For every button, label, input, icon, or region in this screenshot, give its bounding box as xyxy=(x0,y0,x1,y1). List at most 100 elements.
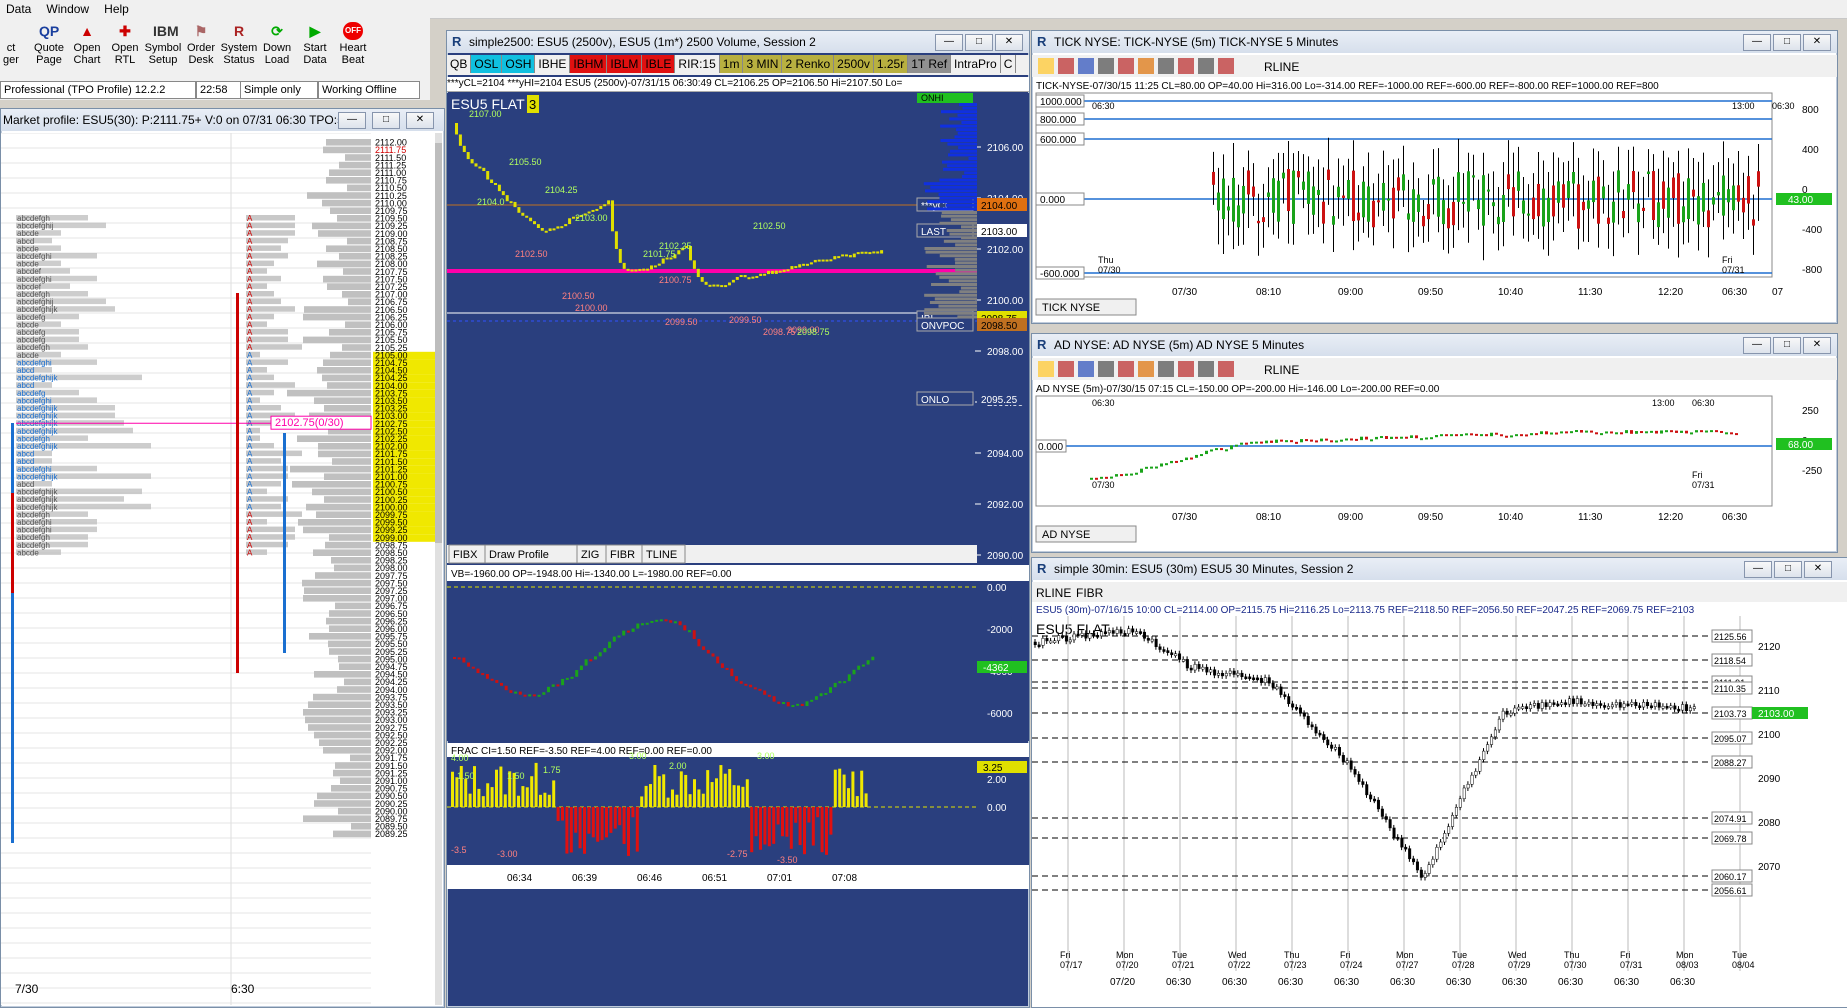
toolbar-osl[interactable]: OSL xyxy=(471,55,503,73)
ad-candle xyxy=(1160,463,1163,467)
minimize-button[interactable]: — xyxy=(338,112,366,129)
minimize-button[interactable]: — xyxy=(935,34,963,51)
maximize-button[interactable]: □ xyxy=(1774,561,1802,578)
order-desk-button[interactable]: ⚑ Order Desk xyxy=(180,22,222,66)
w30-candle xyxy=(1166,650,1170,653)
close-button[interactable]: ✕ xyxy=(1803,34,1831,51)
maximize-button[interactable]: □ xyxy=(1773,34,1801,51)
w30-candle xyxy=(1482,750,1486,760)
button-label: Data xyxy=(303,54,327,66)
frac-bar xyxy=(574,807,578,833)
tick-candle xyxy=(1457,172,1460,202)
time-axis-label: 06:30 xyxy=(1722,287,1747,298)
maximize-button[interactable]: □ xyxy=(372,112,400,129)
toolbar-1t-ref[interactable]: 1T Ref xyxy=(908,55,952,73)
volume-bar xyxy=(338,807,371,815)
heart-beat-button[interactable]: OFF Heart Beat xyxy=(332,22,374,66)
toolbar-iblm[interactable]: IBLM xyxy=(607,55,643,73)
vb-bar xyxy=(824,692,828,695)
toolbar-ibhe[interactable]: IBHE xyxy=(535,55,571,73)
maximize-button[interactable]: □ xyxy=(1773,337,1801,354)
volume-profile-bar xyxy=(961,236,977,240)
minimize-button[interactable]: — xyxy=(1743,34,1771,51)
w30-candle xyxy=(1123,633,1127,636)
close-button[interactable]: ✕ xyxy=(1804,561,1832,578)
ad-candle xyxy=(1545,431,1548,435)
volume-profile-bar xyxy=(949,232,977,236)
close-button[interactable]: ✕ xyxy=(995,34,1023,51)
vb-bar xyxy=(547,686,550,693)
price-bar xyxy=(455,123,458,135)
frac-bar xyxy=(855,796,859,807)
vb-bar xyxy=(861,664,865,667)
open-chart-button[interactable]: ▲ Open Chart xyxy=(66,22,108,66)
ad-candle xyxy=(1625,430,1628,434)
symbol-setup-button[interactable]: IBM Symbol Setup xyxy=(142,22,184,66)
frac-annotation: 1.50 xyxy=(457,771,475,781)
w30-candle xyxy=(1275,686,1279,690)
toolbar-c[interactable]: C xyxy=(1000,55,1017,73)
ad-candle xyxy=(1605,431,1608,434)
toolbar-osh[interactable]: OSH xyxy=(502,55,536,73)
market-profile-window: Market profile: ESU5(30): P:2111.75+ V:0… xyxy=(0,108,445,1008)
volume-profile-bar xyxy=(934,297,977,301)
ad-candle xyxy=(1225,449,1228,452)
price-bar xyxy=(833,256,837,260)
toolbar-1-25r[interactable]: 1.25r xyxy=(873,55,909,73)
volume-profile-bar xyxy=(947,164,977,168)
ad-candle xyxy=(1590,430,1593,433)
toolbar-1m[interactable]: 1m xyxy=(719,55,744,73)
toolbar-rir-15[interactable]: RIR:15 xyxy=(675,55,720,73)
system-status-button[interactable]: R System Status xyxy=(218,22,260,66)
toolbar-3-min[interactable]: 3 MIN xyxy=(743,55,783,73)
w30-candle xyxy=(1493,729,1497,738)
toolbar-2-renko[interactable]: 2 Renko xyxy=(782,55,835,73)
frac-panel-bg xyxy=(447,757,977,865)
w30-candle xyxy=(1642,702,1646,708)
down-load-button[interactable]: ⟳ Down Load xyxy=(256,22,298,66)
ycl-value: 2104.00 xyxy=(981,201,1018,212)
w30-candle xyxy=(1127,628,1131,635)
tick-candle xyxy=(1447,208,1450,229)
menu-help[interactable]: Help xyxy=(98,0,135,18)
close-button[interactable]: ✕ xyxy=(406,112,434,129)
ad-candle xyxy=(1600,433,1603,436)
quote-page-button[interactable]: QP Quote Page xyxy=(28,22,70,66)
toolbar-intrapro[interactable]: IntraPro xyxy=(951,55,1001,73)
tick-candle xyxy=(1467,171,1470,212)
frac-bar xyxy=(684,774,688,807)
volume-profile-bar xyxy=(941,211,977,214)
tick-candle xyxy=(1387,198,1390,201)
w30-candle xyxy=(1154,638,1158,647)
maximize-button[interactable]: □ xyxy=(965,34,993,51)
tick-candle xyxy=(1377,200,1380,203)
w30-toolbar xyxy=(1032,582,1847,602)
minimize-button[interactable]: — xyxy=(1744,561,1772,578)
open-rtl-button[interactable]: ✚ Open RTL xyxy=(104,22,146,66)
start-data-button[interactable]: ▶ Start Data xyxy=(294,22,336,66)
toolbar-qb[interactable]: QB xyxy=(447,55,472,73)
ad-candle xyxy=(1655,430,1658,434)
day-name: Fri xyxy=(1340,950,1351,960)
app-logo-icon: R xyxy=(1037,561,1047,576)
frac-bar xyxy=(605,807,608,838)
toolbar-2500v[interactable]: 2500v xyxy=(834,55,874,73)
ad-info: AD NYSE (5m)-07/30/15 07:15 CL=-150.00 O… xyxy=(1036,384,1440,395)
price-axis-label: 2098.00 xyxy=(987,347,1024,358)
day-name: Thu xyxy=(1564,950,1580,960)
close-button[interactable]: ✕ xyxy=(1803,337,1831,354)
toolbar-ibhm[interactable]: IBHM xyxy=(570,55,608,73)
menu-data[interactable]: Data xyxy=(0,0,37,18)
mode-status[interactable]: Simple only xyxy=(240,81,318,99)
ad-candle xyxy=(1460,434,1463,437)
menu-window[interactable]: Window xyxy=(40,0,95,18)
toolbar-ible[interactable]: IBLE xyxy=(642,55,676,73)
volume-bar xyxy=(324,405,371,412)
tool-icon xyxy=(1118,361,1134,377)
tool-icon xyxy=(1178,58,1194,74)
order-status[interactable]: Working Offline xyxy=(318,81,420,99)
minimize-button[interactable]: — xyxy=(1743,337,1771,354)
volume-profile-bar xyxy=(961,225,977,229)
tick-candle xyxy=(1552,185,1555,217)
w30-candle xyxy=(1084,633,1088,639)
